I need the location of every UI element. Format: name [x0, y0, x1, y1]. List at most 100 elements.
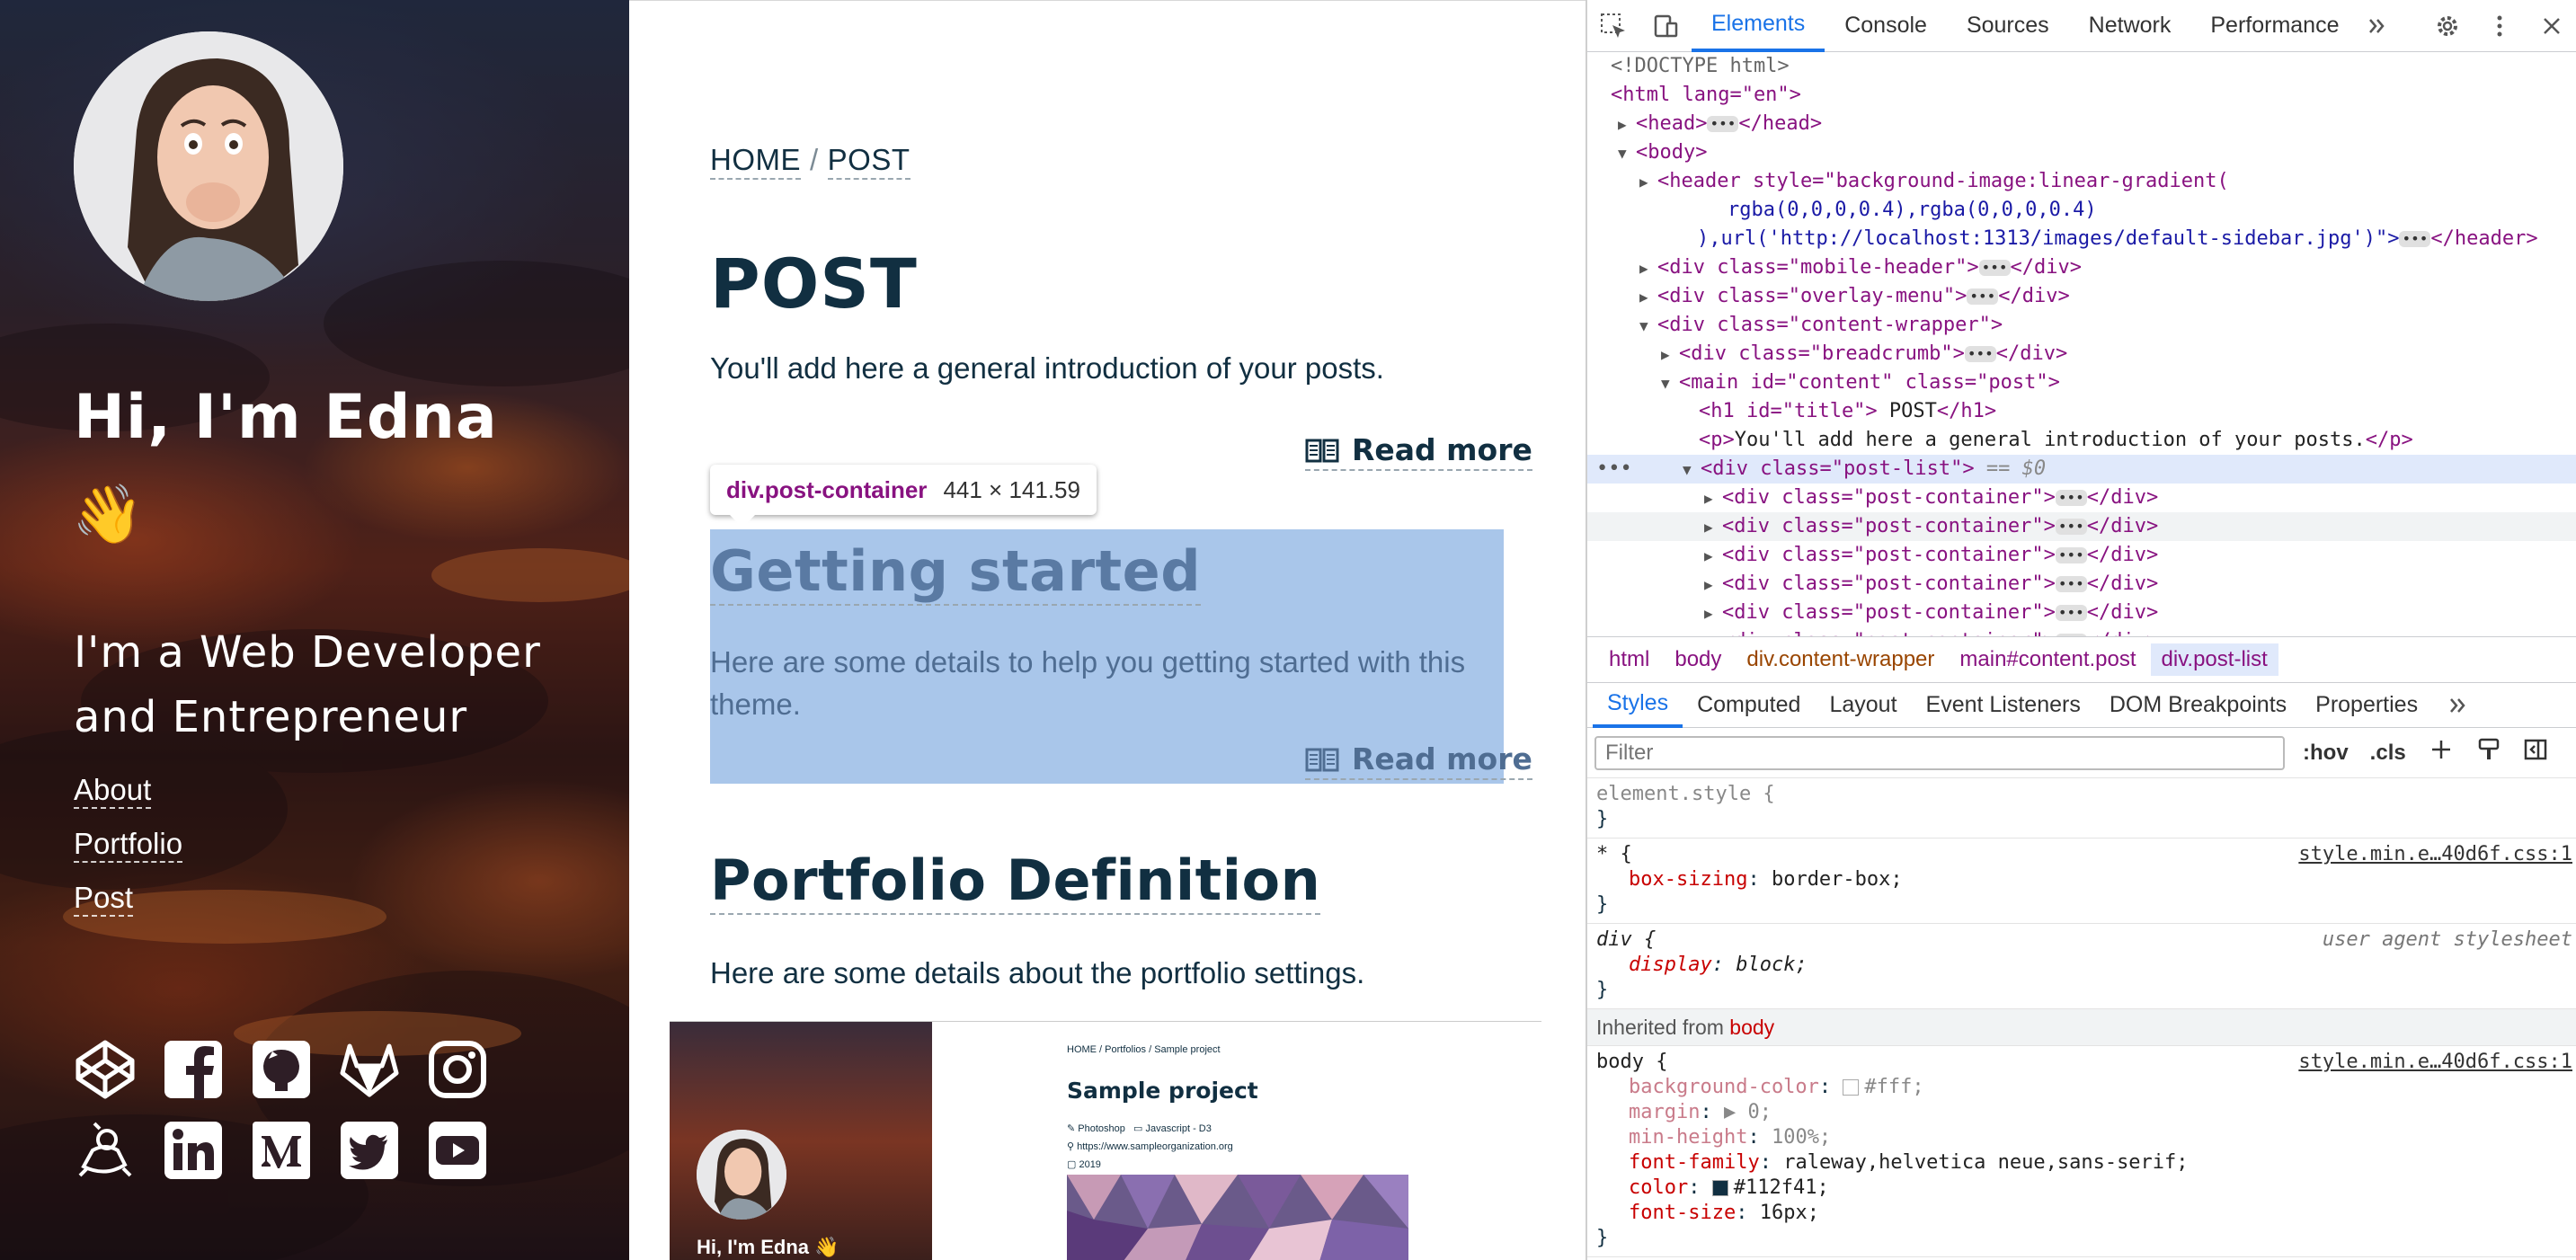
preview-meta-year: ▢ 2019 [1067, 1159, 1101, 1170]
read-more-link[interactable]: Read more [1305, 432, 1532, 471]
nav-link-post[interactable]: Post [74, 881, 134, 917]
social-links [74, 1038, 489, 1182]
settings-gear-icon[interactable] [2421, 0, 2474, 52]
devtools-tabbar: Elements Console Sources Network Perform… [1587, 0, 2576, 52]
device-toolbar-icon[interactable] [1639, 0, 1692, 52]
more-panels-icon[interactable] [2432, 683, 2483, 728]
hov-toggle[interactable]: :hov [2303, 741, 2349, 766]
crumb-body[interactable]: body [1664, 643, 1732, 676]
hero-subtitle: I'm a Web Developer and Entrepreneur [74, 627, 541, 742]
sidebar: Hi, I'm Edna 👋 I'm a Web Developer and E… [0, 0, 629, 1260]
dom-header[interactable]: ▶ <header style="background-image:linear-… [1587, 167, 2576, 196]
page-intro: You'll add here a general introduction o… [710, 351, 1384, 385]
dom-post-container[interactable]: ▶<div class="post-container">•••</div> [1587, 570, 2576, 599]
preview-meta-url: ⚲ https://www.sampleorganization.org [1067, 1141, 1233, 1152]
nav-link-about[interactable]: About [74, 773, 152, 809]
inspect-element-icon[interactable] [1587, 0, 1639, 52]
crumb-html[interactable]: html [1598, 643, 1660, 676]
styles-filter-input[interactable] [1594, 735, 2285, 770]
tab-sources[interactable]: Sources [1947, 0, 2069, 52]
close-devtools-icon[interactable] [2526, 0, 2576, 52]
wave-emoji: 👋 [72, 482, 144, 546]
more-tabs-icon[interactable] [2358, 0, 2394, 52]
devtools-panel: Elements Console Sources Network Perform… [1586, 0, 2576, 1260]
dom-post-container-hovered[interactable]: ▶ <div class="post-container"> ••• </div> [1587, 512, 2576, 541]
dom-overlay-menu[interactable]: ▶ <div class="overlay-menu"> ••• </div> [1587, 282, 2576, 311]
rule-div-user-agent[interactable]: div { user agent stylesheet display: blo… [1587, 924, 2576, 1009]
rule-universal[interactable]: * { style.min.e…40d6f.css:1 box-sizing: … [1587, 839, 2576, 924]
crumb-content-wrapper[interactable]: div.content-wrapper [1736, 643, 1945, 676]
tab-properties[interactable]: Properties [2301, 683, 2432, 728]
styles-tabbar: Styles Computed Layout Event Listeners D… [1587, 683, 2576, 728]
main-content: HOME / POST POST You'll add here a general… [629, 0, 1586, 1260]
instagram-icon[interactable] [426, 1038, 489, 1101]
avatar [74, 31, 343, 301]
book-icon [1305, 439, 1339, 462]
tooltip-selector: div.post-container [726, 475, 928, 503]
dom-doctype[interactable]: <!DOCTYPE html> [1587, 52, 2576, 81]
dom-main[interactable]: ▼ <main id="content" class="post"> [1587, 368, 2576, 397]
toggle-sidebar-icon[interactable] [2523, 737, 2548, 768]
kaggle-icon[interactable] [74, 1119, 137, 1182]
tab-styles[interactable]: Styles [1593, 683, 1683, 728]
rule-element-style[interactable]: element.style { } [1587, 778, 2576, 839]
read-more-link[interactable]: Read more [1305, 741, 1532, 780]
facebook-icon[interactable] [162, 1038, 225, 1101]
dom-post-container[interactable]: ▶<div class="post-container">•••</div> [1587, 541, 2576, 570]
medium-icon[interactable] [250, 1119, 313, 1182]
dom-post-list-selected[interactable]: ••• ▼ <div class="post-list"> == $0 [1587, 455, 2576, 484]
rule-source-link[interactable]: style.min.e…40d6f.css:1 [2298, 842, 2572, 867]
dom-body[interactable]: ▼ <body> [1587, 138, 2576, 167]
dom-mobile-header[interactable]: ▶ <div class="mobile-header"> ••• </div> [1587, 253, 2576, 282]
nav-link-portfolio[interactable]: Portfolio [74, 827, 183, 863]
post-title-portfolio-definition[interactable]: Portfolio Definition [710, 847, 1321, 915]
color-swatch-dark[interactable] [1711, 1180, 1728, 1196]
paint-brush-icon[interactable] [2476, 737, 2501, 768]
github-icon[interactable] [250, 1038, 313, 1101]
post-title-getting-started[interactable]: Getting started [710, 538, 1202, 606]
dom-head[interactable]: ▶ <head> ••• </head> [1587, 110, 2576, 138]
gitlab-icon[interactable] [338, 1038, 401, 1101]
dom-p[interactable]: <p>You'll add here a general introductio… [1587, 426, 2576, 455]
crumb-main[interactable]: main#content.post [1949, 643, 2146, 676]
crumb-post-list[interactable]: div.post-list [2150, 643, 2278, 676]
sidebar-nav: About Portfolio Post [74, 773, 183, 935]
youtube-icon[interactable] [426, 1119, 489, 1182]
preview-breadcrumb: HOME / Portfolios / Sample project [1067, 1044, 1221, 1055]
tab-event-listeners[interactable]: Event Listeners [1912, 683, 2095, 728]
color-swatch-white[interactable] [1843, 1079, 1860, 1096]
cls-toggle[interactable]: .cls [2370, 741, 2406, 766]
dom-tree[interactable]: <!DOCTYPE html> <html lang="en"> ▶ <head>… [1587, 52, 2576, 636]
dom-content-wrapper[interactable]: ▼ <div class="content-wrapper"> [1587, 311, 2576, 340]
dom-h1[interactable]: <h1 id="title"> POST</h1> [1587, 397, 2576, 426]
preview-sidebar: Hi, I'm Edna 👋 [670, 1022, 932, 1260]
dom-header-cont-2: ),url('http://localhost:1313/images/defa… [1697, 227, 2538, 250]
preview-avatar [697, 1130, 786, 1220]
dom-breadcrumb[interactable]: ▶ <div class="breadcrumb"> ••• </div> [1587, 340, 2576, 368]
dom-post-container[interactable]: ▶<div class="post-container">•••</div> [1587, 484, 2576, 512]
linkedin-icon[interactable] [162, 1119, 225, 1182]
rule-source-link[interactable]: style.min.e…40d6f.css:1 [2298, 1050, 2572, 1075]
dom-html[interactable]: <html lang="en"> [1587, 81, 2576, 110]
preview-title: Sample project [1067, 1078, 1258, 1104]
tooltip-dimensions: 441 × 141.59 [943, 475, 1080, 503]
kebab-menu-icon[interactable] [2474, 0, 2526, 52]
tab-performance[interactable]: Performance [2190, 0, 2358, 52]
tab-network[interactable]: Network [2069, 0, 2191, 52]
dom-post-container[interactable]: ▶<div class="post-container">•••</div> [1587, 627, 2576, 636]
breadcrumb-separator: / [810, 143, 819, 176]
dom-post-container[interactable]: ▶<div class="post-container">•••</div> [1587, 599, 2576, 627]
rule-body[interactable]: body { style.min.e…40d6f.css:1 backgroun… [1587, 1046, 2576, 1257]
breadcrumb-home-link[interactable]: HOME [710, 143, 801, 180]
tab-layout[interactable]: Layout [1815, 683, 1911, 728]
tab-dom-breakpoints[interactable]: DOM Breakpoints [2095, 683, 2301, 728]
post-preview-image[interactable]: Hi, I'm Edna 👋 HOME / Portfolios / Sampl… [670, 1021, 1541, 1260]
twitter-icon[interactable] [338, 1119, 401, 1182]
post-description: Here are some details about the portfoli… [710, 956, 1365, 989]
breadcrumb-post-link[interactable]: POST [827, 143, 910, 180]
tab-console[interactable]: Console [1825, 0, 1947, 52]
tab-elements[interactable]: Elements [1692, 0, 1825, 52]
codepen-icon[interactable] [74, 1038, 137, 1101]
add-rule-icon[interactable] [2428, 736, 2455, 769]
tab-computed[interactable]: Computed [1683, 683, 1815, 728]
